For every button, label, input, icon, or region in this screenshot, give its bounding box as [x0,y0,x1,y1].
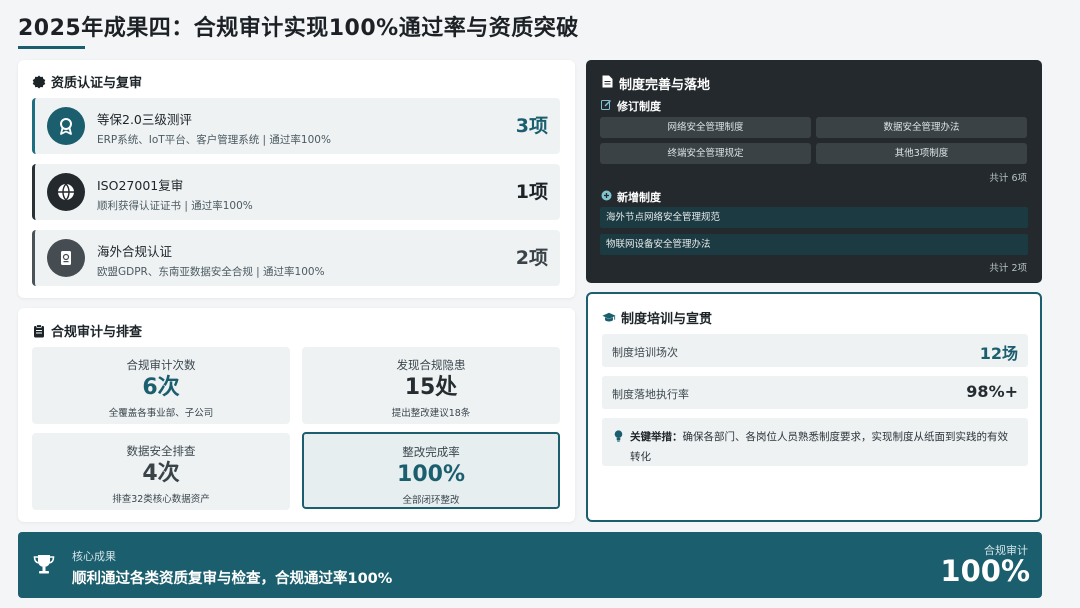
qualification-item: ISO27001复审 顺利获得认证证书 | 通过率100% 1项 [32,164,560,220]
revised-heading-label: 修订制度 [617,100,661,113]
audit-stat: 发现合规隐患 15处 提出整改建议18条 [302,347,560,424]
stat-note: 排查32类核心数据资产 [112,494,210,505]
stat-label: 发现合规隐患 [396,358,466,372]
key-measure-note: 关键举措：确保各部门、各岗位人员熟悉制度要求，实现制度从纸面到实践的有效转化 [602,418,1028,466]
stat-label: 数据安全排查 [126,444,196,458]
new-total: 共计 2项 [989,263,1027,274]
training-row-value: 98%+ [966,382,1018,401]
stat-note: 全覆盖各事业部、子公司 [108,408,214,419]
qualification-name: 海外合规认证 [97,244,173,259]
qualification-name: 等保2.0三级测评 [97,112,192,127]
revised-policy-chip: 其他3项制度 [816,143,1027,164]
qualification-name: ISO27001复审 [97,178,184,193]
revised-policy-chip: 网络安全管理制度 [600,117,811,138]
training-row-label: 制度落地执行率 [612,388,689,401]
stat-label: 合规审计次数 [126,358,196,372]
new-heading: 新增制度 [601,189,661,205]
core-result-banner: 核心成果 顺利通过各类资质复审与检查，合规通过率100% 合规审计 100% [18,532,1042,598]
key-measure-text: 确保各部门、各岗位人员熟悉制度要求，实现制度从纸面到实践的有效转化 [630,431,1008,463]
audit-stat: 合规审计次数 6次 全覆盖各事业部、子公司 [32,347,290,424]
audit-stat: 数据安全排查 4次 排查32类核心数据资产 [32,433,290,510]
graduation-cap-icon [602,311,616,325]
page-title: 2025年成果四：合规审计实现100%通过率与资质突破 [18,16,579,41]
revised-heading: 修订制度 [601,98,661,114]
audit-stat-highlight: 整改完成率 100% 全部闭环整改 [302,432,560,509]
audit-rate-value: 100% [940,554,1030,588]
stat-value: 4次 [142,461,180,486]
policy-heading-label: 制度完善与落地 [619,78,711,93]
policy-panel: 制度完善与落地 修订制度 网络安全管理制度 数据安全管理办法 终端安全管理规定 … [586,60,1042,283]
qualification-heading: 资质认证与复审 [32,72,142,91]
edit-icon [601,99,612,113]
qualification-count: 1项 [515,181,548,203]
training-heading: 制度培训与宣贯 [602,308,712,327]
training-panel: 制度培训与宣贯 制度培训场次 12场 制度落地执行率 98%+ 关键举措：确保各… [586,292,1042,522]
new-policy-row: 物联网设备安全管理办法 [600,234,1028,255]
title-underline [18,46,85,49]
qualification-item: 海外合规认证 欧盟GDPR、东南亚数据安全合规 | 通过率100% 2项 [32,230,560,286]
revised-total: 共计 6项 [989,173,1027,184]
new-policy-row: 海外节点网络安全管理规范 [600,207,1028,228]
plus-circle-icon [601,190,612,204]
audit-heading: 合规审计与排查 [32,321,142,340]
core-result-kicker: 核心成果 [72,550,116,563]
training-heading-label: 制度培训与宣贯 [621,312,713,327]
trophy-icon [32,552,56,580]
training-row-value: 12场 [979,344,1018,363]
training-row: 制度落地执行率 98%+ [602,376,1028,409]
stat-value: 6次 [142,375,180,400]
qualification-count: 3项 [515,115,548,137]
qualification-desc: 顺利获得认证证书 | 通过率100% [97,200,253,212]
training-row-label: 制度培训场次 [612,346,678,359]
stat-note: 提出整改建议18条 [391,408,471,419]
qualification-heading-label: 资质认证与复审 [51,76,143,91]
training-row: 制度培训场次 12场 [602,334,1028,367]
award-icon [47,107,85,145]
new-heading-label: 新增制度 [617,191,661,204]
revised-policy-chip: 终端安全管理规定 [600,143,811,164]
audit-heading-label: 合规审计与排查 [51,325,143,340]
clipboard-icon [32,323,46,338]
qualification-count: 2项 [515,247,548,269]
stat-label: 整改完成率 [402,445,460,459]
key-measure-label: 关键举措： [630,431,683,443]
badge-icon [32,75,46,89]
qualification-desc: ERP系统、IoT平台、客户管理系统 | 通过率100% [97,134,331,146]
stat-value: 100% [397,462,465,487]
revised-policy-chip: 数据安全管理办法 [816,117,1027,138]
globe-icon [47,173,85,211]
stat-value: 15处 [404,375,458,400]
stat-note: 全部闭环整改 [402,495,460,506]
qualification-item: 等保2.0三级测评 ERP系统、IoT平台、客户管理系统 | 通过率100% 3… [32,98,560,154]
lightbulb-icon [614,429,623,449]
document-icon [602,75,613,92]
policy-heading: 制度完善与落地 [602,74,710,93]
core-result-text: 顺利通过各类资质复审与检查，合规通过率100% [72,571,393,587]
passport-icon [47,239,85,277]
qualification-desc: 欧盟GDPR、东南亚数据安全合规 | 通过率100% [97,266,325,278]
